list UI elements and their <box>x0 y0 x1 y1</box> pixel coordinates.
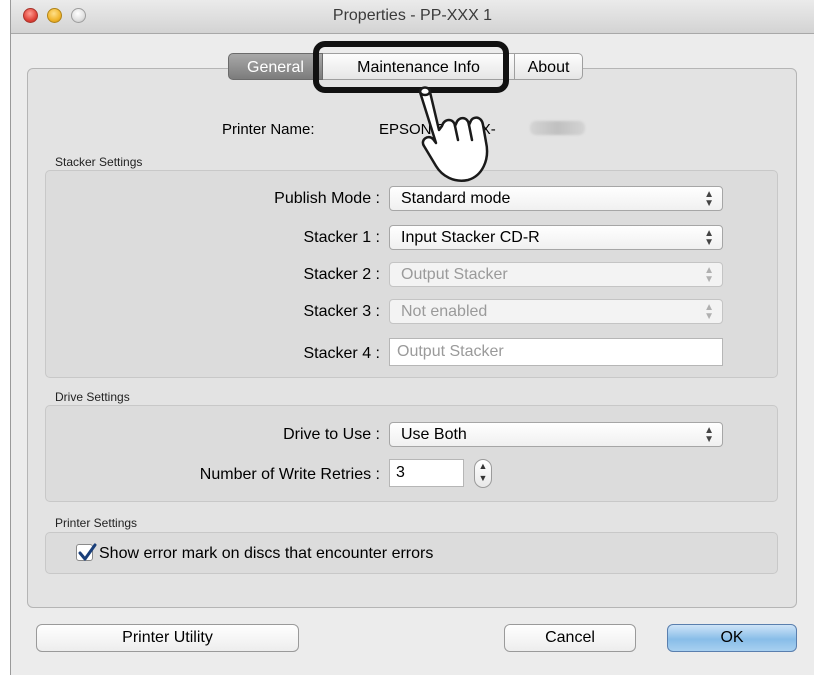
popup-arrows-icon: ▲ ▼ <box>704 189 714 209</box>
drive-settings-title: Drive Settings <box>55 390 130 404</box>
drive-to-use-select[interactable]: Use Both ▲ ▼ <box>389 422 723 447</box>
stepper-up-icon[interactable]: ▲ <box>475 460 491 472</box>
stacker-4-label: Stacker 4 : <box>303 345 381 362</box>
stepper-down-icon[interactable]: ▼ <box>475 472 491 484</box>
pointing-hand-icon <box>418 86 489 182</box>
stacker-3-select: Not enabled ▲ ▼ <box>389 299 723 324</box>
stacker-3-label: Stacker 3 : <box>303 303 381 320</box>
stacker-2-select: Output Stacker ▲ ▼ <box>389 262 723 287</box>
drive-settings-group <box>45 405 778 502</box>
window-title: Properties - PP-XXX 1 <box>332 7 493 24</box>
publish-mode-label: Publish Mode : <box>274 190 380 207</box>
error-mark-label[interactable]: Show error mark on discs that encounter … <box>99 545 433 563</box>
checkmark-icon <box>78 543 97 561</box>
popup-arrows-icon: ▲ ▼ <box>704 228 714 248</box>
write-retries-label: Number of Write Retries : <box>199 466 380 483</box>
popup-arrows-icon: ▲ ▼ <box>704 425 714 445</box>
stacker-1-label: Stacker 1 : <box>303 229 381 246</box>
stacker-settings-title: Stacker Settings <box>55 155 143 169</box>
stacker-4-field: Output Stacker <box>389 338 723 366</box>
cancel-button[interactable]: Cancel <box>504 624 636 652</box>
stacker-1-select[interactable]: Input Stacker CD-R ▲ ▼ <box>389 225 723 250</box>
popup-arrows-icon: ▲ ▼ <box>704 265 714 285</box>
tab-general[interactable]: General <box>228 53 323 80</box>
popup-arrows-icon: ▲ ▼ <box>704 302 714 322</box>
write-retries-stepper[interactable]: ▲ ▼ <box>474 459 492 488</box>
redacted-serial <box>530 121 585 135</box>
printer-utility-button[interactable]: Printer Utility <box>36 624 299 652</box>
error-mark-checkbox[interactable] <box>76 543 97 561</box>
printer-name-label: Printer Name: <box>222 121 315 138</box>
printer-settings-title: Printer Settings <box>55 516 138 530</box>
tab-about[interactable]: About <box>515 53 583 80</box>
drive-to-use-label: Drive to Use : <box>283 426 380 443</box>
ok-button[interactable]: OK <box>667 624 797 652</box>
title-bar[interactable]: Properties - PP-XXX 1 <box>11 0 814 34</box>
write-retries-input[interactable]: 3 <box>389 459 464 487</box>
stacker-2-label: Stacker 2 : <box>303 266 381 283</box>
